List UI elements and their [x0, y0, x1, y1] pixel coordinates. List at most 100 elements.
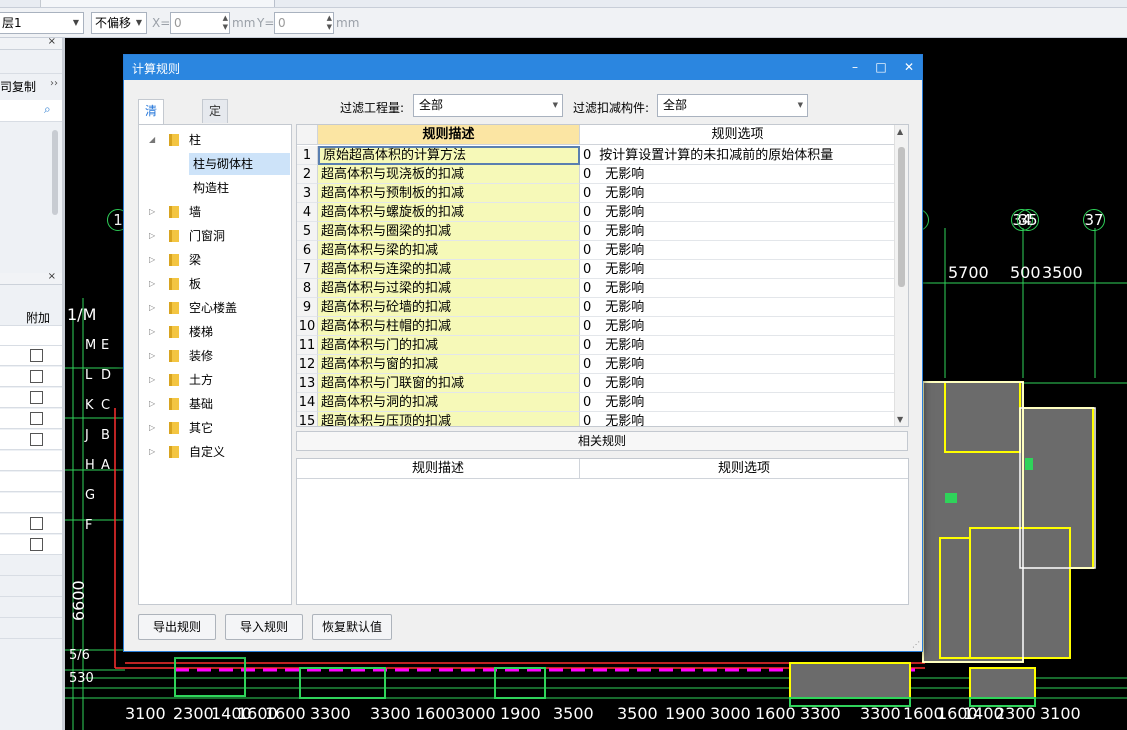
- rule-description[interactable]: 超高体积与连梁的扣减: [318, 260, 580, 279]
- rule-row[interactable]: 3 超高体积与预制板的扣减 0 无影响: [297, 184, 897, 203]
- rule-desc-header[interactable]: 规则描述: [318, 125, 580, 145]
- rule-option-cell[interactable]: 0 无影响: [580, 222, 895, 241]
- expand-icon[interactable]: ▷: [149, 201, 159, 223]
- rule-option-cell[interactable]: 0 无影响: [580, 279, 895, 298]
- rule-option-cell[interactable]: 0 无影响: [580, 336, 895, 355]
- rule-option-cell[interactable]: 0 无影响: [580, 374, 895, 393]
- scroll-thumb[interactable]: [898, 147, 905, 287]
- rule-row[interactable]: 15 超高体积与压顶的扣减 0 无影响: [297, 412, 897, 426]
- rule-description[interactable]: 超高体积与压顶的扣减: [318, 412, 580, 426]
- rule-option-cell[interactable]: 0 无影响: [580, 355, 895, 374]
- rule-option-header[interactable]: 规则选项: [580, 125, 895, 145]
- attach-checkbox[interactable]: [30, 433, 43, 446]
- attach-checkbox[interactable]: [30, 517, 43, 530]
- collapse-icon[interactable]: ◢: [149, 129, 159, 151]
- rule-row[interactable]: 9 超高体积与砼墙的扣减 0 无影响: [297, 298, 897, 317]
- rule-description[interactable]: 超高体积与砼墙的扣减: [318, 298, 580, 317]
- restore-defaults-button[interactable]: 恢复默认值: [312, 614, 392, 640]
- export-rules-button[interactable]: 导出规则: [138, 614, 216, 640]
- related-option-header[interactable]: 规则选项: [580, 459, 908, 479]
- rule-row[interactable]: 8 超高体积与过梁的扣减 0 无影响: [297, 279, 897, 298]
- expand-icon[interactable]: ▷: [149, 441, 159, 463]
- filter-component-select[interactable]: 全部 ▼: [657, 94, 808, 117]
- rule-option-cell[interactable]: 0 无影响: [580, 298, 895, 317]
- tree-node-column[interactable]: ◢ 柱: [149, 129, 289, 151]
- rule-description[interactable]: 原始超高体积的计算方法: [318, 146, 580, 165]
- expand-icon[interactable]: ▷: [149, 417, 159, 439]
- scroll-up-icon[interactable]: ▲: [897, 127, 903, 136]
- minimize-icon[interactable]: –: [845, 58, 865, 76]
- rule-description[interactable]: 超高体积与圈梁的扣减: [318, 222, 580, 241]
- search-box[interactable]: ⌕: [0, 100, 62, 122]
- scrollbar[interactable]: [52, 130, 58, 215]
- rule-option-cell[interactable]: 0 无影响: [580, 393, 895, 412]
- rule-row[interactable]: 11 超高体积与门的扣减 0 无影响: [297, 336, 897, 355]
- expand-icon[interactable]: ▷: [149, 225, 159, 247]
- expand-icon[interactable]: ▷: [149, 345, 159, 367]
- rule-description[interactable]: 超高体积与门联窗的扣减: [318, 374, 580, 393]
- import-rules-button[interactable]: 导入规则: [225, 614, 303, 640]
- floor-select[interactable]: 层1 ▼: [0, 12, 84, 34]
- more-icon[interactable]: ››: [50, 78, 58, 89]
- attach-checkbox[interactable]: [30, 391, 43, 404]
- rule-option-cell[interactable]: 0 无影响: [580, 203, 895, 222]
- rule-option-cell[interactable]: 0 无影响: [580, 165, 895, 184]
- rule-row[interactable]: 10 超高体积与柱帽的扣减 0 无影响: [297, 317, 897, 336]
- resize-grip-icon[interactable]: ⋰: [912, 640, 920, 649]
- expand-icon[interactable]: ▷: [149, 297, 159, 319]
- close-icon[interactable]: ✕: [899, 58, 919, 76]
- rule-row[interactable]: 12 超高体积与窗的扣减 0 无影响: [297, 355, 897, 374]
- expand-icon[interactable]: ▷: [149, 369, 159, 391]
- rule-option-cell[interactable]: 0 无影响: [580, 260, 895, 279]
- tree-node-openings[interactable]: ▷ 门窗洞: [149, 225, 289, 247]
- tree-node-constructional-column[interactable]: 构造柱: [189, 177, 229, 199]
- rule-description[interactable]: 超高体积与过梁的扣减: [318, 279, 580, 298]
- close-icon[interactable]: ×: [48, 271, 56, 282]
- rule-row[interactable]: 1 原始超高体积的计算方法 0 按计算设置计算的未扣减前的原始体积量: [297, 146, 897, 165]
- tree-node-wall[interactable]: ▷ 墙: [149, 201, 289, 223]
- rule-option-cell[interactable]: 0 无影响: [580, 241, 895, 260]
- rule-row[interactable]: 5 超高体积与圈梁的扣减 0 无影响: [297, 222, 897, 241]
- scroll-down-icon[interactable]: ▼: [897, 415, 903, 424]
- rule-description[interactable]: 超高体积与预制板的扣减: [318, 184, 580, 203]
- attach-checkbox[interactable]: [30, 412, 43, 425]
- attach-checkbox[interactable]: [30, 349, 43, 362]
- tree-node-column-masonry[interactable]: 柱与砌体柱: [189, 153, 290, 175]
- tree-node-foundation[interactable]: ▷ 基础: [149, 393, 289, 415]
- expand-icon[interactable]: ▷: [149, 321, 159, 343]
- spinner-icon[interactable]: ▲ ▼: [327, 14, 332, 32]
- search-icon[interactable]: ⌕: [44, 102, 51, 117]
- tree-node-decoration[interactable]: ▷ 装修: [149, 345, 289, 367]
- y-input[interactable]: 0 ▲ ▼: [274, 12, 334, 34]
- document-tab[interactable]: [40, 0, 275, 7]
- rule-option-cell[interactable]: 0 按计算设置计算的未扣减前的原始体积量: [580, 146, 895, 165]
- tab-quota-rules[interactable]: 定额规则: [202, 99, 229, 184]
- rule-row[interactable]: 14 超高体积与洞的扣减 0 无影响: [297, 393, 897, 412]
- close-icon[interactable]: ×: [48, 36, 56, 47]
- dialog-titlebar[interactable]: 计算规则 – □ ✕: [124, 55, 922, 80]
- rule-description[interactable]: 超高体积与洞的扣减: [318, 393, 580, 412]
- rule-row[interactable]: 7 超高体积与连梁的扣减 0 无影响: [297, 260, 897, 279]
- rule-option-cell[interactable]: 0 无影响: [580, 317, 895, 336]
- filter-quantity-select[interactable]: 全部 ▼: [413, 94, 563, 117]
- x-input[interactable]: 0 ▲ ▼: [170, 12, 230, 34]
- rule-description[interactable]: 超高体积与螺旋板的扣减: [318, 203, 580, 222]
- spinner-icon[interactable]: ▲ ▼: [223, 14, 228, 32]
- expand-icon[interactable]: ▷: [149, 249, 159, 271]
- rule-description[interactable]: 超高体积与柱帽的扣减: [318, 317, 580, 336]
- attach-checkbox[interactable]: [30, 370, 43, 383]
- rule-option-cell[interactable]: 0 无影响: [580, 412, 895, 426]
- tree-node-beam[interactable]: ▷ 梁: [149, 249, 289, 271]
- related-rules-bar[interactable]: 相关规则: [296, 431, 908, 451]
- copy-label[interactable]: 司复制: [0, 78, 36, 95]
- rule-row[interactable]: 2 超高体积与现浇板的扣减 0 无影响: [297, 165, 897, 184]
- expand-icon[interactable]: ▷: [149, 393, 159, 415]
- tree-node-stairs[interactable]: ▷ 楼梯: [149, 321, 289, 343]
- expand-icon[interactable]: ▷: [149, 273, 159, 295]
- rule-description[interactable]: 超高体积与现浇板的扣减: [318, 165, 580, 184]
- attach-checkbox[interactable]: [30, 538, 43, 551]
- rule-description[interactable]: 超高体积与门的扣减: [318, 336, 580, 355]
- rules-scrollbar[interactable]: ▲ ▼: [894, 125, 908, 426]
- related-desc-header[interactable]: 规则描述: [297, 459, 580, 479]
- rule-row[interactable]: 4 超高体积与螺旋板的扣减 0 无影响: [297, 203, 897, 222]
